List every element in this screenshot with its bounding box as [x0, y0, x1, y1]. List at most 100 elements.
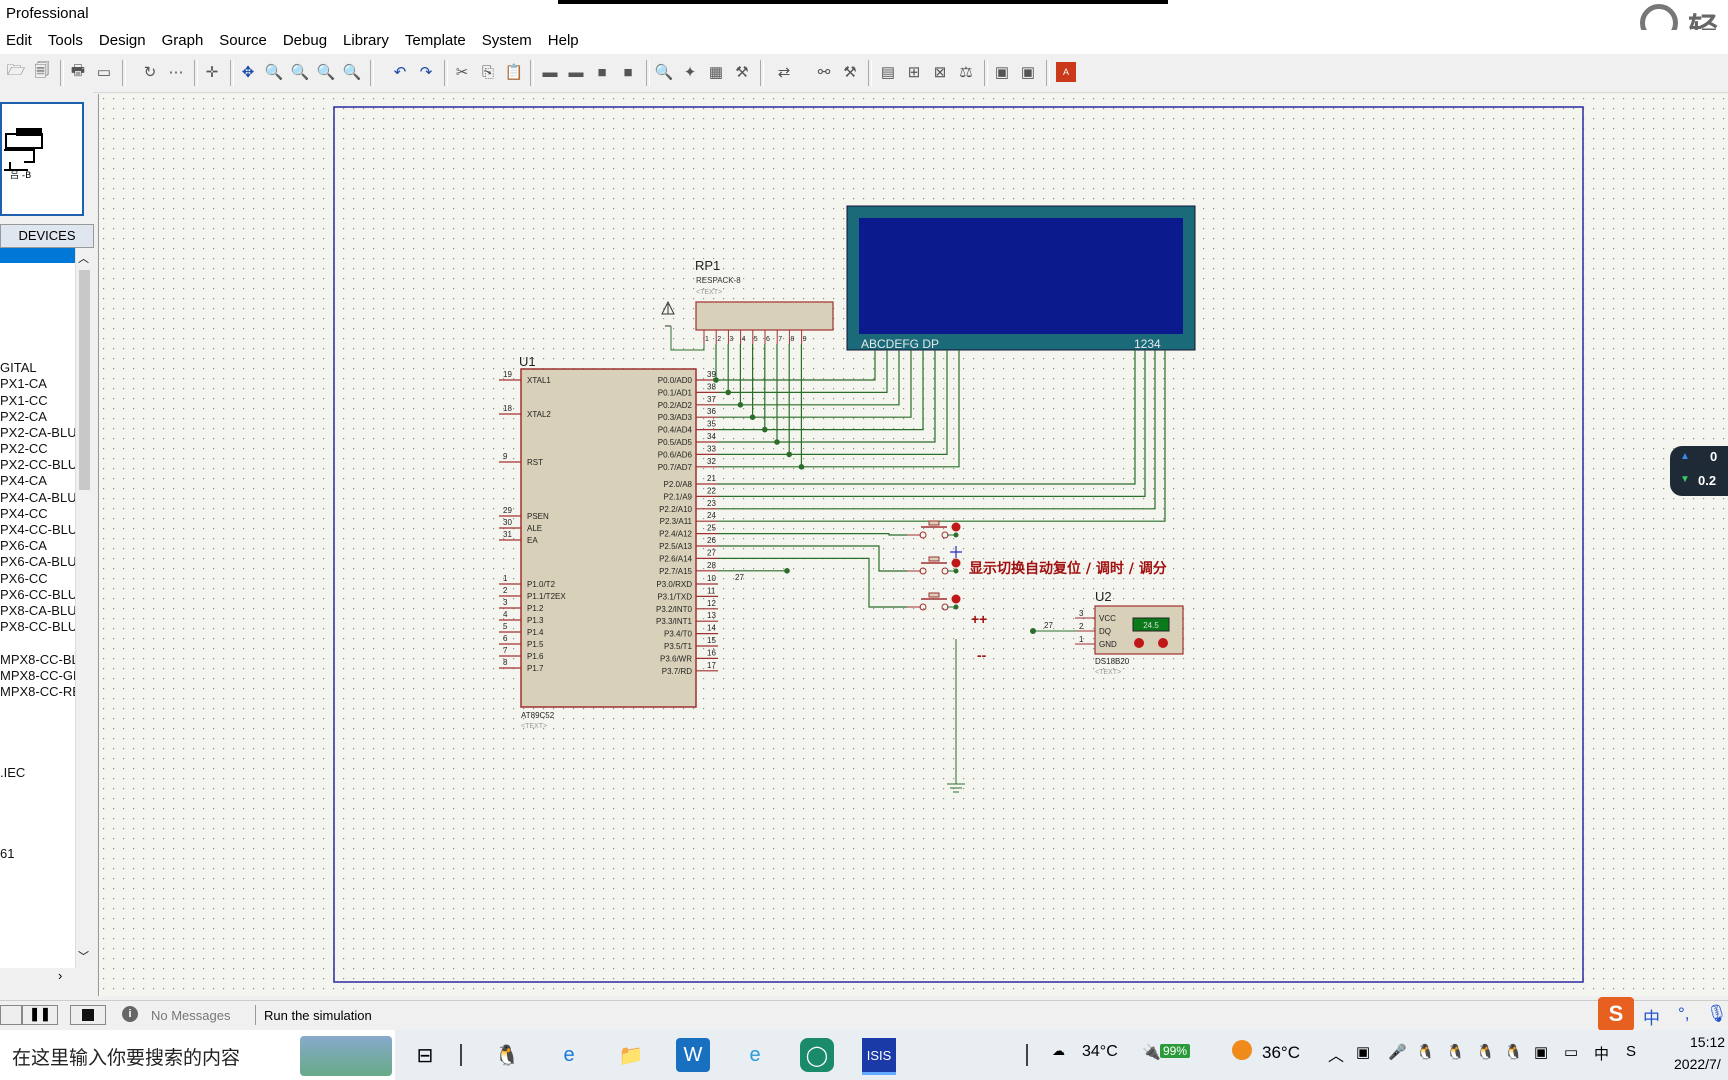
temp-reading[interactable]: 36°C: [1262, 1043, 1300, 1063]
device-item[interactable]: MPX8-CC-RE: [0, 684, 76, 700]
bom-icon[interactable]: ⚖: [956, 62, 976, 82]
zoom-out-icon[interactable]: 🔍: [290, 62, 310, 82]
tray-app-icon[interactable]: ▣: [1356, 1043, 1370, 1061]
device-item[interactable]: [0, 749, 76, 765]
menu-system[interactable]: System: [476, 30, 542, 54]
device-item[interactable]: PX4-CA-BLU: [0, 490, 76, 506]
battery-tray-icon[interactable]: ▭: [1564, 1043, 1578, 1061]
device-item[interactable]: [0, 732, 76, 748]
device-item[interactable]: PX2-CA: [0, 409, 76, 425]
overview-window[interactable]: 吕 -B: [0, 102, 84, 216]
sogou-ime-icon[interactable]: S: [1598, 997, 1634, 1031]
battery-level[interactable]: 99%: [1160, 1044, 1191, 1058]
qq-tray-icon[interactable]: 🐧: [1504, 1043, 1523, 1061]
device-item[interactable]: PX6-CA-BLU: [0, 554, 76, 570]
schematic-canvas[interactable]: ABCDEFG DP 1234 RP1 RESPACK-8 <TEXT> 123…: [98, 94, 1728, 996]
open-icon[interactable]: 🗁: [6, 62, 26, 82]
zoom-all-icon[interactable]: 🔍: [316, 62, 336, 82]
grid-icon[interactable]: ⋯: [166, 62, 186, 82]
device-item[interactable]: PX4-CA: [0, 473, 76, 489]
device-item[interactable]: PX6-CC-BLU: [0, 587, 76, 603]
menu-edit[interactable]: Edit: [0, 30, 42, 54]
selected-device[interactable]: [0, 248, 76, 263]
scroll-down-icon[interactable]: ﹀: [78, 948, 89, 964]
microcontroller-u1[interactable]: U1 AT89C52 <TEXT> 19XTAL118XTAL29RST29PS…: [499, 354, 718, 730]
device-item[interactable]: MPX8-CC-GR: [0, 668, 76, 684]
device-item[interactable]: [0, 328, 76, 344]
stop-button[interactable]: [70, 1005, 106, 1025]
pause-button[interactable]: ❚❚: [22, 1005, 58, 1025]
decompose-icon[interactable]: ⚒: [732, 62, 752, 82]
save-all-icon[interactable]: 🗐: [32, 62, 52, 82]
block-delete-icon[interactable]: ■: [618, 62, 638, 82]
device-item[interactable]: PX6-CA: [0, 538, 76, 554]
device-item[interactable]: [0, 716, 76, 732]
menu-tools[interactable]: Tools: [42, 30, 93, 54]
pan-icon[interactable]: ✥: [238, 62, 258, 82]
zoom-in-icon[interactable]: 🔍: [264, 62, 284, 82]
device-item[interactable]: PX2-CC-BLU: [0, 457, 76, 473]
search-tag-icon[interactable]: ⚯: [814, 62, 834, 82]
device-item[interactable]: PX2-CA-BLU: [0, 425, 76, 441]
scroll-thumb[interactable]: [79, 270, 90, 490]
remove-sheet-icon[interactable]: ⊠: [930, 62, 950, 82]
page-icon[interactable]: ▭: [94, 62, 114, 82]
paste-icon[interactable]: 📋: [504, 62, 524, 82]
app-w-icon[interactable]: W: [676, 1038, 710, 1072]
menu-graph[interactable]: Graph: [156, 30, 214, 54]
device-item[interactable]: PX1-CA: [0, 376, 76, 392]
block-copy-icon[interactable]: ▬: [540, 62, 560, 82]
device-item[interactable]: GITAL: [0, 360, 76, 376]
clock-date[interactable]: 2022/7/: [1674, 1056, 1721, 1072]
task-view-icon[interactable]: ⊟: [408, 1038, 442, 1072]
copy-icon[interactable]: ⎘: [478, 62, 498, 82]
ime-tray-icon[interactable]: 中: [1594, 1043, 1609, 1064]
add-sheet-icon[interactable]: ⊞: [904, 62, 924, 82]
device-item[interactable]: PX1-CC: [0, 393, 76, 409]
export-icon[interactable]: ▣: [1018, 62, 1038, 82]
qq-tray-icon[interactable]: 🐧: [1446, 1043, 1465, 1061]
wechat-icon[interactable]: ▣: [1534, 1043, 1548, 1061]
device-list-scrollbar[interactable]: ︿ ﹀: [75, 248, 93, 968]
weather-temp[interactable]: 34°C: [1082, 1043, 1118, 1061]
device-item[interactable]: [0, 635, 76, 651]
ime-punct-icon[interactable]: °,: [1678, 1004, 1690, 1024]
sogou-tray-icon[interactable]: S: [1626, 1043, 1636, 1060]
device-list-hscrollbar[interactable]: ›: [0, 968, 76, 985]
taskbar-search[interactable]: 在这里输入你要搜索的内容: [0, 1030, 395, 1080]
device-item[interactable]: [0, 781, 76, 797]
menu-source[interactable]: Source: [213, 30, 277, 54]
file-explorer-icon[interactable]: 📁: [614, 1038, 648, 1072]
erc-icon[interactable]: ▣: [992, 62, 1012, 82]
device-item[interactable]: PX8-CC-BLU: [0, 619, 76, 635]
messages-text[interactable]: No Messages: [151, 1008, 230, 1023]
ime-mode[interactable]: 中: [1643, 1004, 1660, 1029]
device-item[interactable]: PX8-CA-BLU: [0, 603, 76, 619]
device-item[interactable]: [0, 797, 76, 813]
block-move-icon[interactable]: ▬: [566, 62, 586, 82]
menu-design[interactable]: Design: [93, 30, 156, 54]
tray-expand-icon[interactable]: ︿: [1328, 1042, 1344, 1066]
cut-icon[interactable]: ✂: [452, 62, 472, 82]
wire-autoroute-icon[interactable]: ⇄: [774, 62, 794, 82]
edge-icon[interactable]: e: [738, 1038, 772, 1072]
scroll-up-icon[interactable]: ︿: [78, 250, 89, 266]
edge-legacy-icon[interactable]: e: [552, 1038, 586, 1072]
device-item[interactable]: [0, 830, 76, 846]
netlist-icon[interactable]: ▤: [878, 62, 898, 82]
menu-help[interactable]: Help: [542, 30, 589, 54]
device-item[interactable]: PX4-CC: [0, 506, 76, 522]
pick-device-icon[interactable]: 🔍: [654, 62, 674, 82]
qq-tray-icon[interactable]: 🐧: [1476, 1043, 1495, 1061]
undo-icon[interactable]: ↶: [390, 62, 410, 82]
device-item[interactable]: .IEC: [0, 765, 76, 781]
qq-icon[interactable]: 🐧: [490, 1038, 524, 1072]
device-item[interactable]: [0, 263, 76, 279]
qq-tray-icon[interactable]: 🐧: [1416, 1043, 1435, 1061]
package-icon[interactable]: ▦: [706, 62, 726, 82]
device-item[interactable]: PX4-CC-BLU: [0, 522, 76, 538]
menu-template[interactable]: Template: [399, 30, 476, 54]
device-item[interactable]: [0, 813, 76, 829]
ares-icon[interactable]: A: [1056, 62, 1076, 82]
block-rotate-icon[interactable]: ■: [592, 62, 612, 82]
